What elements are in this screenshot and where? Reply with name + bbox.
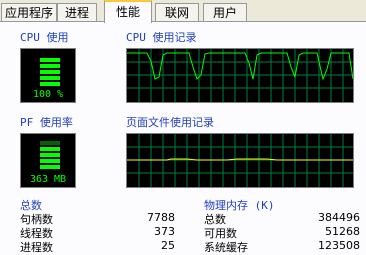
cpu-meter-bar bbox=[40, 58, 60, 62]
threads-value: 373 bbox=[154, 225, 175, 238]
cpu-meter-bar bbox=[40, 64, 60, 68]
pf-usage-label: PF 使用率 bbox=[20, 116, 73, 129]
system-cache-value: 123508 bbox=[318, 239, 360, 252]
pf-usage-value: 363 MB bbox=[29, 174, 67, 185]
pf-meter-bar bbox=[40, 165, 60, 169]
tab-processes[interactable]: 进程 bbox=[57, 3, 97, 21]
memory-available-value: 51268 bbox=[325, 225, 360, 238]
pf-usage-meter: 363 MB bbox=[20, 133, 76, 188]
tab-users[interactable]: 用户 bbox=[203, 3, 247, 21]
cpu-history-label: CPU 使用记录 bbox=[126, 31, 197, 44]
cpu-history-graph bbox=[126, 48, 354, 103]
tab-performance[interactable]: 性能 bbox=[104, 0, 152, 23]
pf-meter-bar bbox=[40, 147, 60, 151]
cpu-usage-label: CPU 使用 bbox=[20, 31, 69, 44]
pf-history-graph bbox=[126, 133, 354, 188]
pf-meter-bar bbox=[40, 153, 60, 157]
performance-panel: CPU 使用 100 % CPU 使用记录 PF 使用率 363 MB 页面文件… bbox=[0, 22, 366, 255]
tab-strip: 应用程序 进程 性能 联网 用户 bbox=[0, 0, 366, 23]
memory-total-value: 384496 bbox=[318, 211, 360, 224]
tab-networking[interactable]: 联网 bbox=[155, 3, 199, 21]
pf-meter-bar bbox=[40, 141, 60, 145]
cpu-usage-value: 100 % bbox=[32, 89, 64, 100]
processes-value: 25 bbox=[161, 239, 175, 252]
handles-value: 7788 bbox=[147, 211, 175, 224]
cpu-history-chart bbox=[127, 49, 353, 102]
cpu-meter-bar bbox=[40, 76, 60, 80]
cpu-meter-bar bbox=[40, 70, 60, 74]
processes-label: 进程数 bbox=[20, 241, 53, 254]
cpu-usage-meter: 100 % bbox=[20, 48, 76, 103]
tab-applications[interactable]: 应用程序 bbox=[1, 3, 57, 21]
system-cache-label: 系统缓存 bbox=[204, 241, 248, 254]
pf-history-label: 页面文件使用记录 bbox=[126, 116, 214, 129]
cpu-meter-bar bbox=[40, 82, 60, 86]
pf-history-chart bbox=[127, 134, 353, 187]
pf-meter-bar bbox=[40, 159, 60, 163]
